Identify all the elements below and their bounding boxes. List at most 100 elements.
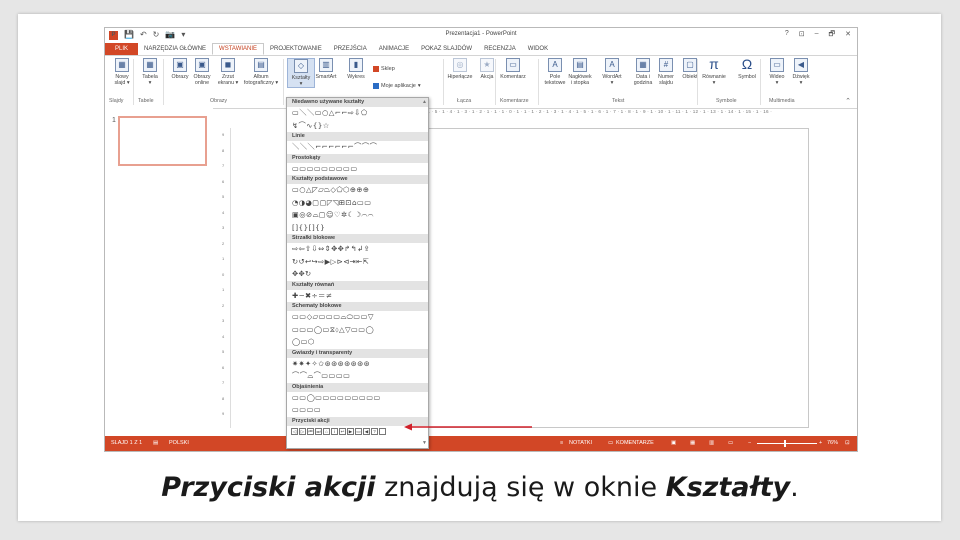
ribbon-button-18[interactable]: π Równanie ▾ <box>701 57 727 86</box>
zoom-in-icon[interactable]: + <box>819 440 822 446</box>
ribbon-icon: ▭ <box>506 58 520 72</box>
action-button-shape[interactable]: ◁ <box>291 427 298 435</box>
shape-row[interactable]: ⌒⌒⌓⌒▭▭▭▭ <box>287 370 428 383</box>
ribbon-icon: ▦ <box>115 58 129 72</box>
action-button-shape[interactable]: ▶ <box>347 427 354 435</box>
ribbon-icon: ▭ <box>770 58 784 72</box>
ribbon-button-20[interactable]: ▭ Wideo ▾ <box>764 58 790 86</box>
ribbon-button-11[interactable]: ▭ Komentarz <box>500 58 526 80</box>
ribbon-button-5[interactable]: ▤ Album fotograficzny ▾ <box>241 58 281 86</box>
notes-button[interactable]: NOTATKI <box>569 440 592 446</box>
tab-2[interactable]: WSTAWIANIE <box>212 43 265 55</box>
shape-row[interactable]: ▭▭▭▭▭▭▭▭▭ <box>287 163 428 176</box>
action-button-shape[interactable]: ▭ <box>355 427 362 435</box>
slideshow-icon[interactable]: ▭ <box>728 440 733 446</box>
action-button-shape[interactable] <box>379 427 386 435</box>
ribbon-button-3[interactable]: ▣ Obrazy online <box>189 58 215 86</box>
ribbon-label-2: online <box>194 80 210 86</box>
comments-button[interactable]: KOMENTARZE <box>616 440 654 446</box>
slide-thumbnail[interactable] <box>118 116 207 166</box>
ribbon-button-13[interactable]: ▤ Nagłówek i stopka <box>567 58 593 86</box>
normal-view-icon[interactable]: ▣ <box>671 440 676 446</box>
ribbon-button-12[interactable]: A Pole tekstowe <box>542 58 568 86</box>
shape-category-header: Linie <box>287 132 428 141</box>
ribbon-button-6[interactable]: ◇ Kształty ▾ <box>287 58 315 88</box>
window-control-icon[interactable]: ? <box>785 30 789 41</box>
zoom-slider[interactable] <box>757 443 817 444</box>
ribbon-group-label: Symbole <box>716 98 737 104</box>
zoom-slider-thumb[interactable] <box>784 440 786 447</box>
slide-sorter-icon[interactable]: ▦ <box>690 440 695 446</box>
notes-icon: ≡ <box>560 440 564 446</box>
shape-row[interactable]: ▭▭▭◯▭⧖⬨△▽▭▭◯ <box>287 324 428 337</box>
shape-row[interactable]: ◯▭⬡ <box>287 336 428 349</box>
ruler-tick: 3 <box>222 318 225 323</box>
tab-5[interactable]: ANIMACJE <box>373 43 415 55</box>
window-control-icon[interactable]: ✕ <box>845 30 851 41</box>
ribbon-button-21[interactable]: ◀ Dźwięk ▾ <box>788 58 814 86</box>
reading-view-icon[interactable]: ▥ <box>709 440 714 446</box>
scroll-up-icon[interactable]: ▲ <box>422 99 427 105</box>
slide-canvas[interactable] <box>417 128 809 428</box>
shape-category-header: Strzałki blokowe <box>287 234 428 243</box>
zoom-level[interactable]: 76% <box>827 440 838 446</box>
shape-row[interactable]: ▭▭◯▭▭▭▭▭▭▭▭▭ <box>287 392 428 405</box>
shape-row[interactable]: ✚−✖÷＝≠ <box>287 290 428 303</box>
tab-1[interactable]: NARZĘDZIA GŁÓWNE <box>138 43 212 55</box>
shape-row[interactable]: ▭▭◇▱▭▭▭⌓⬭▭▭▽ <box>287 311 428 324</box>
tab-3[interactable]: PROJEKTOWANIE <box>264 43 328 55</box>
tab-0[interactable]: PLIK <box>105 43 139 55</box>
shape-row[interactable]: ⇨⇦⇧⇩⇔⇕✥✥↱↰↲⇪ <box>287 243 428 256</box>
shape-row[interactable]: ↻↺↩↪⇨▶▷⊳⊲⇥⇤⇱ <box>287 256 428 269</box>
my-apps-button[interactable]: Moje aplikacje ▾ <box>373 83 421 89</box>
shape-row[interactable]: ▣◎⊘⌓▢☺♡✲☾☽⌒⌒ <box>287 209 428 222</box>
ribbon-button-10[interactable]: ★ Akcja <box>474 58 500 80</box>
window-control-icon[interactable]: – <box>815 30 819 41</box>
action-button-shape[interactable]: ⏭ <box>315 427 322 435</box>
ribbon-label-2: tekstowe <box>544 80 566 86</box>
shape-row[interactable]: ▭＼＼▭○△⌐⌐⇨⇩⬠ <box>287 107 428 120</box>
action-button-shape[interactable]: ⏮ <box>307 427 314 435</box>
shape-row[interactable]: ◔◑◕▢▢◸◹⊞⊡⌂▭▭ <box>287 197 428 210</box>
ribbon-button-1[interactable]: ▦ Tabela ▾ <box>137 58 163 86</box>
action-button-shape[interactable]: ◀ <box>363 427 370 435</box>
ribbon-separator <box>443 59 444 105</box>
ribbon-button-9[interactable]: ◎ Hiperłącze <box>447 58 473 80</box>
ribbon-button-8[interactable]: ▮ Wykres <box>343 58 369 80</box>
action-button-shape[interactable]: ? <box>371 427 378 435</box>
ribbon-separator <box>538 59 539 105</box>
shape-row[interactable]: []{}[]{} <box>287 222 428 235</box>
shape-category-header: Gwiazdy i transparenty <box>287 348 428 358</box>
tab-6[interactable]: POKAZ SLAJDÓW <box>415 43 478 55</box>
store-button[interactable]: Sklep <box>373 66 395 72</box>
shape-row[interactable]: ✷✷✦✧✩⊛⊛⊛⊛⊛⊛⊛ <box>287 358 428 371</box>
action-button-shape[interactable]: i <box>331 427 338 435</box>
ribbon-button-4[interactable]: ◼ Zrzut ekranu ▾ <box>215 58 241 86</box>
window-control-icon[interactable]: ⊡ <box>799 30 805 41</box>
fit-slide-icon[interactable]: ⊡ <box>845 440 850 446</box>
shape-row[interactable]: ▭○△◸▱⏢◇⬠⬡⊕⊕⊕ <box>287 184 428 197</box>
shape-row[interactable]: ＼＼＼⌐⌐⌐⌐⌐⌐⌒⌒⌒ <box>287 141 428 154</box>
shape-row[interactable]: ↯⌒∿{}☆ <box>287 120 428 133</box>
ribbon-button-7[interactable]: ▥ SmartArt <box>313 58 339 80</box>
spellcheck-icon[interactable]: ▤ <box>153 440 158 446</box>
action-button-shape[interactable]: ⌂ <box>323 427 330 435</box>
shape-row[interactable]: ▭▭▭▭ <box>287 404 428 417</box>
tab-7[interactable]: RECENZJA <box>478 43 522 55</box>
zoom-out-icon[interactable]: − <box>748 440 751 446</box>
ribbon-button-17[interactable]: ▢ Obiekt <box>677 58 703 80</box>
language-label[interactable]: POLSKI <box>169 440 189 446</box>
ribbon-button-16[interactable]: # Numer slajdu <box>653 58 679 86</box>
scroll-down-icon[interactable]: ▼ <box>422 440 427 446</box>
ribbon-button-0[interactable]: ▦ Nowy slajd ▾ <box>109 58 135 86</box>
tab-8[interactable]: WIDOK <box>522 43 554 55</box>
ribbon-button-14[interactable]: A WordArt ▾ <box>599 58 625 86</box>
collapse-ribbon-icon[interactable]: ⌃ <box>845 97 851 105</box>
ruler-tick: 8 <box>222 395 225 401</box>
action-button-shape[interactable]: ↩ <box>339 427 346 435</box>
shape-row[interactable]: ✥✥↻ <box>287 268 428 281</box>
ribbon-button-19[interactable]: Ω Symbol <box>734 57 760 80</box>
window-control-icon[interactable]: 🗗 <box>829 30 836 41</box>
action-button-shape[interactable]: ▷ <box>299 427 306 435</box>
tab-4[interactable]: PRZEJŚCIA <box>328 43 373 55</box>
